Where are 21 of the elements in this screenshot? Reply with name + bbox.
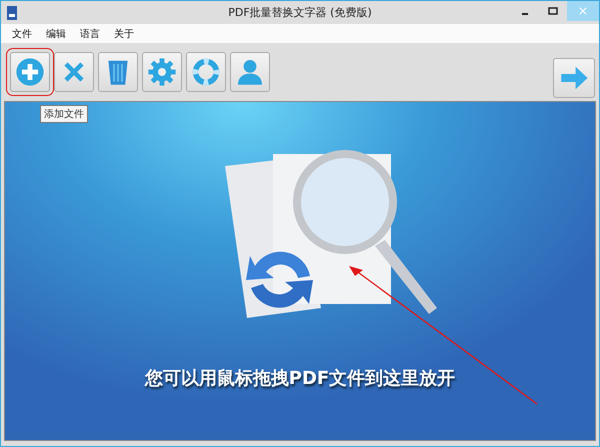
- menu-item[interactable]: 文件: [7, 26, 37, 40]
- menu-item[interactable]: 编辑: [41, 26, 71, 40]
- user-button[interactable]: [230, 52, 270, 92]
- window-title: PDF批量替换文字器 (免费版): [228, 5, 372, 20]
- next-button[interactable]: [553, 58, 595, 98]
- drop-area[interactable]: 添加文件 您可以用鼠标拖拽PDF文件到这里放开: [4, 101, 596, 441]
- tooltip: 添加文件: [40, 105, 88, 123]
- maximize-icon: [548, 6, 558, 16]
- clear-button[interactable]: [98, 52, 138, 92]
- menu-item[interactable]: 关于: [109, 26, 139, 40]
- menu-item[interactable]: 语言: [75, 26, 105, 40]
- settings-button[interactable]: [142, 52, 182, 92]
- close-icon: [579, 7, 587, 15]
- remove-button[interactable]: [54, 52, 94, 92]
- drop-hint: 您可以用鼠标拖拽PDF文件到这里放开: [144, 367, 456, 390]
- plus-icon: [14, 56, 46, 88]
- gear-icon: [146, 56, 178, 88]
- app-icon: [6, 6, 18, 20]
- help-button[interactable]: [186, 52, 226, 92]
- lifebuoy-icon: [190, 56, 222, 88]
- minimize-icon: [522, 13, 528, 15]
